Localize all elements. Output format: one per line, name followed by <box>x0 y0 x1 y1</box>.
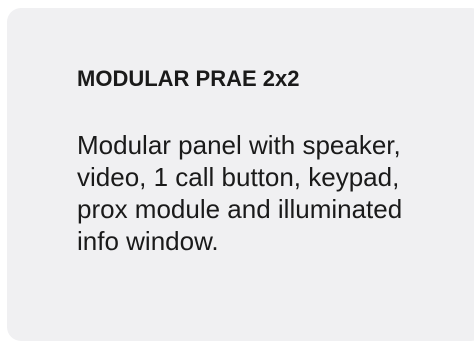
product-title: MODULAR PRAE 2x2 <box>77 66 300 91</box>
product-description: Modular panel with speaker, video, 1 cal… <box>77 130 403 256</box>
product-card: MODULAR PRAE 2x2 Modular panel with spea… <box>7 8 474 341</box>
